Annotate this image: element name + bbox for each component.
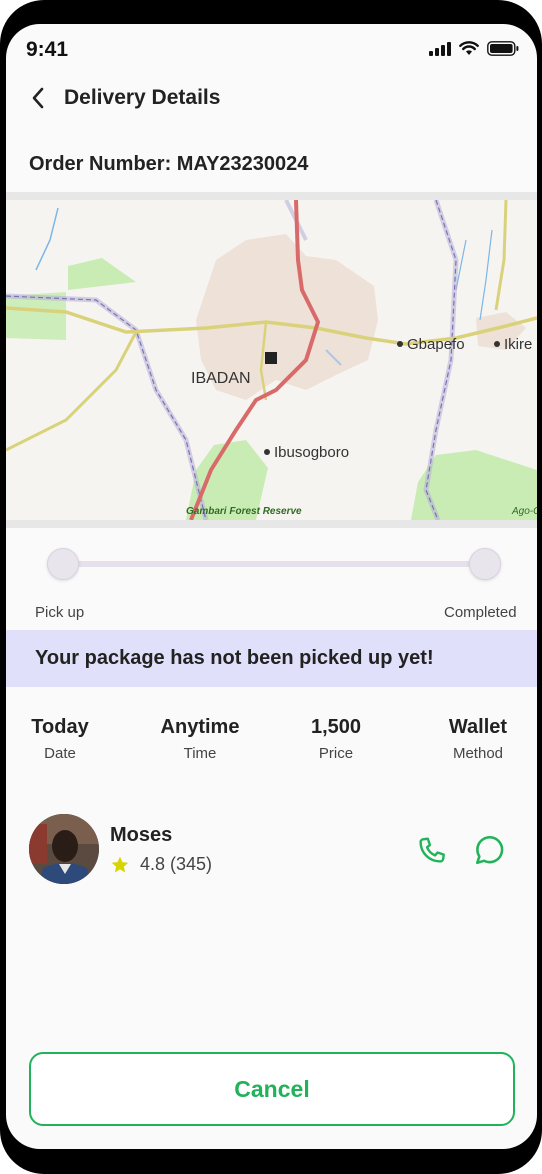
phone-icon (419, 837, 445, 863)
header: Delivery Details (6, 80, 537, 120)
cancel-button[interactable]: Cancel (29, 1052, 515, 1126)
battery-icon (487, 41, 519, 56)
status-time: 9:41 (26, 38, 69, 61)
detail-date-value: Today (31, 716, 89, 738)
star-icon (111, 856, 129, 872)
driver-rating-text: 4.8 (345) (140, 854, 213, 874)
chevron-left-icon (32, 87, 44, 109)
detail-method: Wallet Method (418, 716, 537, 762)
back-button[interactable] (24, 84, 52, 112)
status-notice-text: Your package has not been picked up yet! (35, 647, 434, 669)
detail-date-label: Date (44, 745, 76, 762)
map-label-reserve: Gambari Forest Reserve (186, 506, 302, 517)
detail-price-label: Price (318, 745, 354, 762)
detail-method-label: Method (452, 745, 504, 762)
progress-track (62, 561, 484, 567)
status-icons (429, 41, 519, 56)
avatar[interactable] (29, 814, 99, 884)
detail-price-value: 1,500 (310, 716, 362, 738)
progress-label-pickup: Pick up (35, 604, 85, 621)
driver-rating: 4.8 (345) (110, 854, 212, 875)
progress-label-completed: Completed (444, 604, 517, 621)
detail-date: Today Date (6, 716, 120, 762)
map-container: IBADAN Gbapefo Ikire Ibusogboro Gambari … (6, 192, 537, 528)
progress-step-completed[interactable] (469, 548, 501, 580)
detail-method-value: Wallet (448, 716, 508, 738)
avatar-photo (29, 814, 99, 884)
call-button[interactable] (412, 830, 452, 870)
map-label-edge: Ago-O (511, 506, 537, 517)
map[interactable]: IBADAN Gbapefo Ikire Ibusogboro Gambari … (6, 200, 537, 520)
order-number: Order Number: MAY23230024 (29, 153, 309, 175)
map-graphic: IBADAN Gbapefo Ikire Ibusogboro Gambari … (6, 200, 537, 520)
order-details: Today Date Anytime Time 1,500 Price Wall… (6, 716, 537, 776)
detail-price: 1,500 Price (276, 716, 396, 762)
map-label-place-3: Ibusogboro (274, 444, 349, 461)
status-bar: 9:41 (6, 24, 537, 80)
screen: 9:41 Delivery Details Order Number: MAY2… (6, 24, 537, 1149)
phone-frame: 9:41 Delivery Details Order Number: MAY2… (0, 0, 542, 1174)
wifi-icon (459, 41, 479, 55)
detail-time: Anytime Time (140, 716, 260, 762)
chat-bubble-icon (475, 835, 504, 865)
delivery-progress: Pick up Completed (6, 540, 537, 621)
map-label-city: IBADAN (191, 370, 251, 387)
map-label-place-1: Gbapefo (407, 336, 465, 353)
driver-name: Moses (110, 824, 173, 846)
cellular-signal-icon (429, 41, 451, 56)
detail-time-value: Anytime (160, 716, 240, 738)
map-label-place-2: Ikire (504, 336, 532, 353)
status-notice: Your package has not been picked up yet! (6, 630, 537, 687)
detail-time-label: Time (183, 745, 217, 762)
chat-button[interactable] (470, 830, 510, 870)
cancel-button-label: Cancel (234, 1075, 310, 1102)
progress-step-pickup[interactable] (47, 548, 79, 580)
page-title: Delivery Details (64, 86, 221, 109)
driver-card: Moses 4.8 (345) (6, 814, 537, 890)
